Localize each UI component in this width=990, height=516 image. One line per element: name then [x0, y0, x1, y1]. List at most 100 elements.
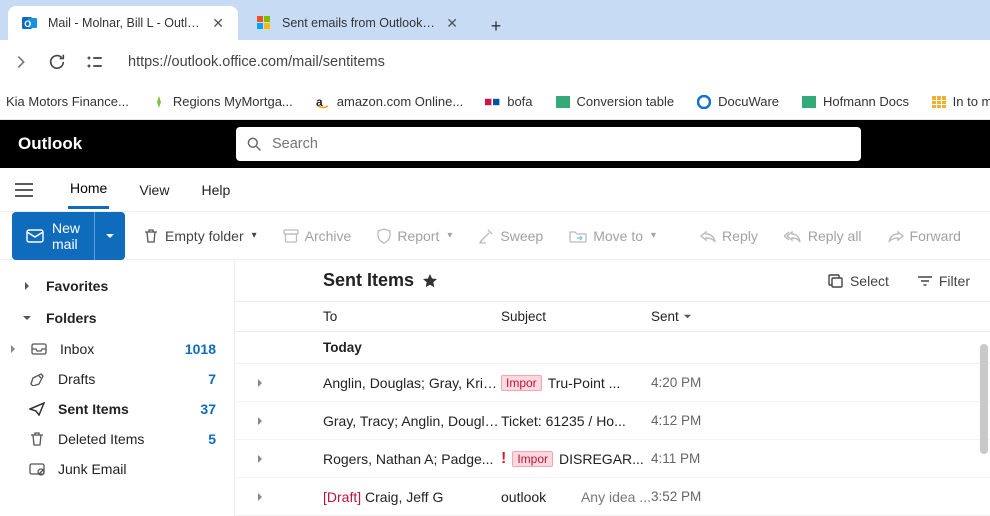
bookmark-favicon-icon — [555, 94, 571, 110]
forward-icon — [888, 229, 904, 243]
message-list-pane: Sent Items Select Filter To Subject Sent… — [235, 260, 990, 516]
col-sent[interactable]: Sent — [651, 309, 791, 324]
bookmark-item[interactable]: In to mm (inches to... — [931, 94, 990, 110]
chevron-right-icon[interactable] — [255, 492, 275, 502]
to-cell: [Draft] Craig, Jeff G — [275, 489, 501, 505]
chevron-right-icon[interactable] — [255, 416, 275, 426]
browser-toolbar: https://outlook.office.com/mail/sentitem… — [0, 40, 990, 84]
new-mail-split-button: New mail — [12, 212, 125, 260]
select-icon — [828, 274, 844, 288]
importance-icon: ! — [501, 450, 506, 468]
archive-button[interactable]: Archive — [275, 222, 360, 250]
forward-icon[interactable] — [12, 53, 30, 71]
table-row[interactable]: Gray, Tracy; Anglin, Douglas; J...Ticket… — [235, 402, 990, 440]
select-button[interactable]: Select — [828, 273, 889, 289]
scrollbar-thumb[interactable] — [980, 344, 988, 454]
subject-cell: !ImporDISREGAR... — [501, 450, 651, 468]
reply-icon — [700, 229, 716, 243]
favorites-section[interactable]: Favorites — [0, 270, 234, 302]
reload-icon[interactable] — [48, 53, 66, 71]
tab-help[interactable]: Help — [199, 172, 232, 208]
subject-text: Tru-Point ... — [548, 375, 651, 391]
chevron-right-icon — [8, 344, 18, 354]
new-mail-button[interactable]: New mail — [12, 212, 94, 260]
filter-button[interactable]: Filter — [917, 273, 970, 289]
subject-text: outlook — [501, 489, 575, 505]
chevron-down-icon: ▾ — [447, 230, 452, 241]
sidebar-item-deleted[interactable]: Deleted Items 5 — [0, 424, 234, 454]
browser-tab-inactive[interactable]: Sent emails from Outlook are r... ✕ — [242, 6, 472, 40]
bookmark-favicon-icon — [801, 94, 817, 110]
table-row[interactable]: [Draft] Craig, Jeff GoutlookAny idea ...… — [235, 478, 990, 516]
deleted-count: 5 — [208, 431, 216, 447]
search-input[interactable] — [270, 135, 851, 153]
sent-time: 4:11 PM — [651, 451, 791, 466]
bookmark-item[interactable]: Hofmann Docs — [801, 94, 909, 110]
move-to-button[interactable]: Move to ▾ — [561, 222, 664, 250]
empty-folder-button[interactable]: Empty folder ▾ — [135, 222, 265, 250]
sidebar-item-junk[interactable]: Junk Email — [0, 454, 234, 484]
col-to[interactable]: To — [255, 309, 501, 324]
microsoft-favicon-icon — [256, 15, 272, 31]
browser-tab-title: Sent emails from Outlook are r... — [282, 16, 436, 30]
bookmark-item[interactable]: bofa — [485, 94, 532, 110]
bookmark-item[interactable]: Regions MyMortga... — [151, 94, 293, 110]
browser-tab-title: Mail - Molnar, Bill L - Outlook — [48, 16, 202, 30]
browser-tabstrip: O Mail - Molnar, Bill L - Outlook ✕ Sent… — [0, 0, 990, 40]
table-row[interactable]: Anglin, Douglas; Gray, Kristop...ImporTr… — [235, 364, 990, 402]
folder-pane: Favorites Folders Inbox 1018 Drafts 7 Se… — [0, 260, 235, 516]
to-cell: Rogers, Nathan A; Padge... — [275, 451, 501, 467]
inbox-count: 1018 — [185, 341, 216, 357]
date-group-header[interactable]: Today — [235, 332, 990, 364]
bookmark-item[interactable]: DocuWare — [696, 94, 779, 110]
sent-time: 4:20 PM — [651, 375, 791, 390]
chevron-right-icon[interactable] — [255, 454, 275, 464]
bookmark-item[interactable]: Conversion table — [555, 94, 675, 110]
sidebar-item-drafts[interactable]: Drafts 7 — [0, 364, 234, 394]
url-bar[interactable]: https://outlook.office.com/mail/sentitem… — [124, 54, 978, 70]
trash-icon — [143, 228, 159, 244]
search-box[interactable] — [236, 127, 861, 161]
bookmark-favicon-icon — [151, 94, 167, 110]
bookmark-favicon-icon — [696, 94, 712, 110]
outlook-favicon-icon: O — [22, 15, 38, 31]
bookmark-item[interactable]: a amazon.com Online... — [315, 94, 463, 110]
column-headers: To Subject Sent — [235, 302, 990, 332]
tab-view[interactable]: View — [137, 172, 171, 208]
sent-icon — [28, 402, 46, 416]
site-settings-icon[interactable] — [84, 54, 106, 70]
col-subject[interactable]: Subject — [501, 309, 651, 324]
star-icon[interactable] — [422, 273, 438, 289]
message-rows: Anglin, Douglas; Gray, Kristop...ImporTr… — [235, 364, 990, 516]
close-icon[interactable]: ✕ — [212, 15, 224, 32]
browser-tab-active[interactable]: O Mail - Molnar, Bill L - Outlook ✕ — [8, 6, 238, 40]
subject-cell: Ticket: 61235 / Ho... — [501, 413, 651, 429]
reply-all-button[interactable]: Reply all — [776, 222, 870, 250]
filter-icon — [917, 275, 933, 287]
forward-button[interactable]: Forward — [880, 222, 969, 250]
new-mail-dropdown[interactable] — [94, 212, 125, 260]
drafts-count: 7 — [208, 371, 216, 387]
sweep-button[interactable]: Sweep — [470, 222, 551, 250]
sent-time: 3:52 PM — [651, 489, 791, 504]
bookmark-item[interactable]: Kia Motors Finance... — [6, 94, 129, 109]
subject-text: DISREGAR... — [559, 451, 651, 467]
table-row[interactable]: Rogers, Nathan A; Padge...!ImporDISREGAR… — [235, 440, 990, 478]
chevron-right-icon — [18, 281, 36, 291]
close-icon[interactable]: ✕ — [446, 15, 458, 32]
new-tab-button[interactable]: + — [482, 12, 510, 40]
tab-home[interactable]: Home — [68, 170, 109, 209]
reply-button[interactable]: Reply — [692, 222, 766, 250]
drafts-icon — [28, 372, 46, 386]
app-header: Outlook — [0, 120, 990, 168]
hamburger-icon[interactable] — [14, 182, 34, 198]
folders-section[interactable]: Folders — [0, 302, 234, 334]
sidebar-item-inbox[interactable]: Inbox 1018 — [0, 334, 234, 364]
folder-move-icon — [569, 229, 587, 243]
svg-text:O: O — [24, 19, 31, 29]
subject-cell: ImporTru-Point ... — [501, 375, 651, 391]
subject-text: Ticket: 61235 / Ho... — [501, 413, 651, 429]
chevron-right-icon[interactable] — [255, 378, 275, 388]
report-button[interactable]: Report ▾ — [369, 222, 460, 250]
sidebar-item-sent[interactable]: Sent Items 37 — [0, 394, 234, 424]
